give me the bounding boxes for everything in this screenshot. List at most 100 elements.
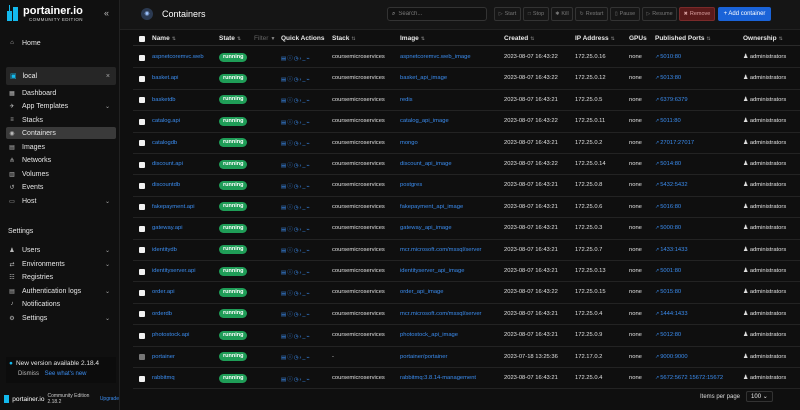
- search-box[interactable]: ⌕: [387, 7, 487, 21]
- attach-icon[interactable]: ⌁: [306, 291, 310, 297]
- collapse-sidebar-icon[interactable]: «: [104, 8, 109, 18]
- attach-icon[interactable]: ⌁: [306, 163, 310, 169]
- select-all-checkbox[interactable]: [139, 35, 145, 42]
- attach-icon[interactable]: ⌁: [306, 270, 310, 276]
- row-checkbox[interactable]: [139, 75, 145, 82]
- container-name-link[interactable]: catalogdb: [152, 140, 177, 146]
- sidebar-item-notifications[interactable]: ♪ Notifications: [8, 298, 116, 310]
- attach-icon[interactable]: ⌁: [306, 141, 310, 147]
- image-link[interactable]: mcr.microsoft.com/mssql/server: [400, 311, 482, 317]
- attach-icon[interactable]: ⌁: [306, 56, 310, 62]
- container-name-link[interactable]: basketdb: [152, 97, 176, 103]
- container-name-link[interactable]: identitydb: [152, 247, 177, 253]
- column-created[interactable]: Created ⇅: [504, 35, 534, 42]
- container-name-link[interactable]: portainer: [152, 354, 175, 360]
- column-ports[interactable]: Published Ports ⇅: [655, 35, 711, 42]
- attach-icon[interactable]: ⌁: [306, 98, 310, 104]
- add-container-button[interactable]: + Add container: [718, 7, 771, 21]
- published-port-link[interactable]: ↗1433:1433: [655, 247, 688, 253]
- upgrade-link[interactable]: Upgrade: [100, 396, 119, 402]
- container-name-link[interactable]: aspnetcoremvc.web: [152, 54, 204, 60]
- sidebar-item-environments[interactable]: ⇄ Environments ⌄: [8, 258, 116, 270]
- published-port-link[interactable]: ↗1444:1433: [655, 311, 688, 317]
- sidebar-item-registries[interactable]: ☷ Registries: [8, 271, 116, 283]
- attach-icon[interactable]: ⌁: [306, 184, 310, 190]
- image-link[interactable]: mcr.microsoft.com/mssql/server: [400, 247, 482, 253]
- attach-icon[interactable]: ⌁: [306, 120, 310, 126]
- sidebar-item-app-templates[interactable]: ✈ App Templates ⌄: [8, 100, 116, 112]
- container-name-link[interactable]: gateway.api: [152, 225, 183, 231]
- row-checkbox[interactable]: [139, 182, 145, 189]
- image-link[interactable]: mongo: [400, 140, 418, 146]
- sidebar-item-dashboard[interactable]: ▦ Dashboard: [8, 87, 116, 99]
- published-port-link[interactable]: ↗5001:80: [655, 268, 681, 274]
- image-link[interactable]: postgres: [400, 182, 422, 188]
- restart-button[interactable]: ↻ Restart: [575, 7, 608, 21]
- column-stack[interactable]: Stack ⇅: [332, 35, 356, 42]
- row-checkbox[interactable]: [139, 332, 145, 339]
- environment-selector[interactable]: ▣ local ×: [6, 67, 116, 85]
- portainer-logo[interactable]: portainer.io COMMUNITY EDITION: [7, 5, 83, 23]
- image-link[interactable]: gateway_api_image: [400, 225, 452, 231]
- image-link[interactable]: photostock_api_image: [400, 332, 458, 338]
- published-port-link[interactable]: ↗5432:5432: [655, 182, 688, 188]
- published-port-link[interactable]: ↗5013:80: [655, 75, 681, 81]
- sidebar-item-images[interactable]: ▤ Images: [8, 141, 116, 153]
- row-checkbox[interactable]: [139, 375, 145, 382]
- image-link[interactable]: redis: [400, 97, 413, 103]
- published-port-link[interactable]: ↗5672:5672 15672:15672: [655, 375, 723, 381]
- container-name-link[interactable]: fakepayment.api: [152, 204, 195, 210]
- row-checkbox[interactable]: [139, 289, 145, 296]
- row-checkbox[interactable]: [139, 204, 145, 211]
- column-image[interactable]: Image ⇅: [400, 35, 425, 42]
- stop-button[interactable]: □ Stop: [523, 7, 549, 21]
- container-name-link[interactable]: order.api: [152, 289, 175, 295]
- attach-icon[interactable]: ⌁: [306, 227, 310, 233]
- published-port-link[interactable]: ↗5011:80: [655, 118, 681, 124]
- attach-icon[interactable]: ⌁: [306, 312, 310, 318]
- attach-icon[interactable]: ⌁: [306, 334, 310, 340]
- sidebar-item-settings[interactable]: ⚙ Settings ⌄: [8, 312, 116, 324]
- container-name-link[interactable]: rabbitmq: [152, 375, 175, 381]
- row-checkbox[interactable]: [139, 268, 145, 275]
- attach-icon[interactable]: ⌁: [306, 355, 310, 361]
- container-name-link[interactable]: identityserver.api: [152, 268, 196, 274]
- row-checkbox[interactable]: [139, 354, 145, 361]
- dismiss-link[interactable]: Dismiss: [18, 371, 39, 377]
- row-checkbox[interactable]: [139, 161, 145, 168]
- published-port-link[interactable]: ↗5016:80: [655, 204, 681, 210]
- published-port-link[interactable]: ↗5014:80: [655, 161, 681, 167]
- container-name-link[interactable]: basket.api: [152, 75, 178, 81]
- image-link[interactable]: discount_api_image: [400, 161, 452, 167]
- row-checkbox[interactable]: [139, 97, 145, 104]
- sidebar-item-host[interactable]: ▭ Host ⌄: [8, 195, 116, 207]
- attach-icon[interactable]: ⌁: [306, 248, 310, 254]
- published-port-link[interactable]: ↗5015:80: [655, 289, 681, 295]
- sidebar-item-stacks[interactable]: ≡ Stacks: [8, 114, 116, 126]
- image-link[interactable]: order_api_image: [400, 289, 444, 295]
- column-name[interactable]: Name ⇅: [152, 35, 176, 42]
- container-name-link[interactable]: catalog.api: [152, 118, 180, 124]
- published-port-link[interactable]: ↗5010:80: [655, 54, 681, 60]
- items-per-page-select[interactable]: 100 ⌄: [746, 391, 773, 402]
- image-link[interactable]: identityserver_api_image: [400, 268, 464, 274]
- published-port-link[interactable]: ↗27017:27017: [655, 140, 694, 146]
- row-checkbox[interactable]: [139, 140, 145, 147]
- sidebar-item-volumes[interactable]: ▥ Volumes: [8, 168, 116, 180]
- state-filter[interactable]: Filter ▼: [254, 35, 275, 42]
- attach-icon[interactable]: ⌁: [306, 77, 310, 83]
- resume-button[interactable]: ▷ Resume: [642, 7, 677, 21]
- container-name-link[interactable]: discountdb: [152, 182, 180, 188]
- attach-icon[interactable]: ⌁: [306, 205, 310, 211]
- container-name-link[interactable]: orderdb: [152, 311, 172, 317]
- published-port-link[interactable]: ↗6379:6379: [655, 97, 688, 103]
- row-checkbox[interactable]: [139, 247, 145, 254]
- row-checkbox[interactable]: [139, 311, 145, 318]
- row-checkbox[interactable]: [139, 54, 145, 61]
- column-state[interactable]: State ⇅: [219, 35, 241, 42]
- attach-icon[interactable]: ⌁: [306, 377, 310, 383]
- container-name-link[interactable]: photostock.api: [152, 332, 189, 338]
- row-checkbox[interactable]: [139, 225, 145, 232]
- image-link[interactable]: fakepayment_api_image: [400, 204, 463, 210]
- sidebar-item-home[interactable]: ⌂ Home: [8, 37, 116, 49]
